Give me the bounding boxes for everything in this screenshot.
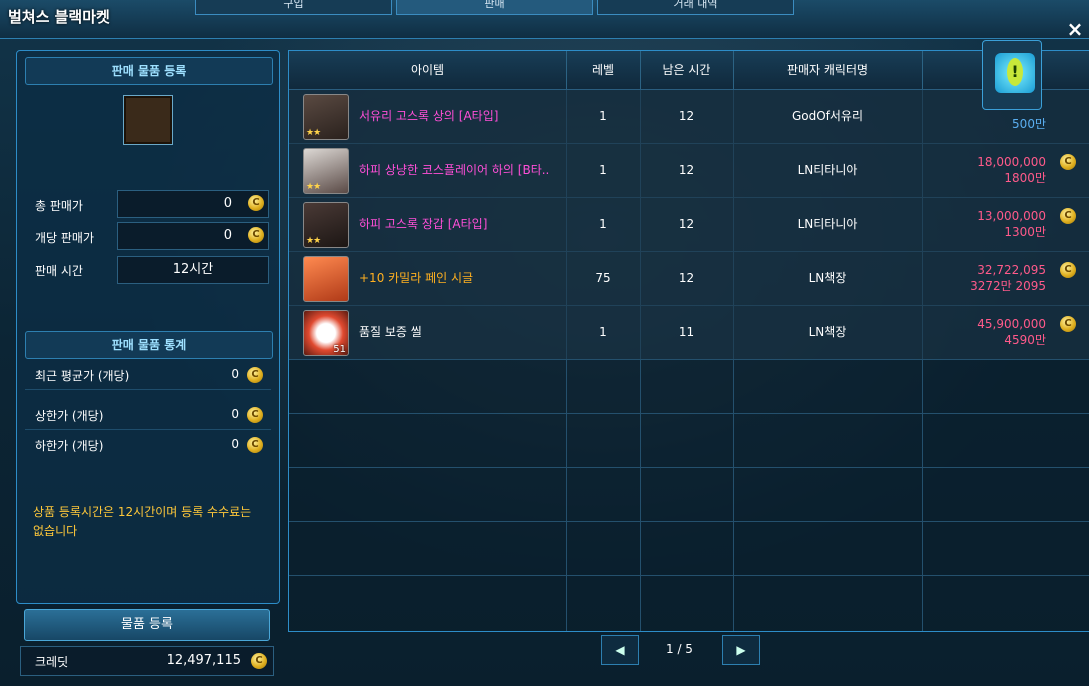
coin-icon: C [247,367,263,383]
col-item[interactable]: 아이템 [289,51,567,89]
stats-header: 판매 물품 통계 [25,331,273,359]
unit-price-label: 개당 판매가 [35,231,95,245]
total-price: 45,900,000 4590만 [977,316,1046,348]
title-bar: 벌쳐스 블랙마켓 구입 판매 거래 내역 [0,0,1089,39]
stat-row-average: 최근 평균가 (개당) 0 C [25,361,271,390]
price-readable: 1800만 [1004,171,1046,185]
time-left: 12 [678,217,695,231]
grade-stars: ★★ [306,128,321,138]
item-name: 서유리 고스록 상의 [A타입] [359,109,499,123]
grade-stars: ★★ [306,182,321,192]
item-slot[interactable] [123,95,173,145]
total-price: 18,000,000 1800만 [977,154,1046,186]
total-price-label: 총 판매가 [35,199,83,213]
empty-row [289,359,1089,414]
price-readable: 1300만 [1004,225,1046,239]
coin-icon: C [1060,262,1076,278]
total-price-input[interactable]: 0 C [117,190,269,218]
sell-panel: 판매 물품 등록 총 판매가 0 C 개당 판매가 0 C 판매 시간 12시간… [16,50,280,604]
time-left: 12 [678,271,695,285]
item-name: 하피 고스록 장갑 [A타입] [359,217,488,231]
tab-buy[interactable]: 구입 [195,0,392,15]
item-level: 1 [599,325,607,339]
seller-name: LN티타니아 [797,163,858,177]
price-readable: 4590만 [1004,333,1046,347]
quality-seal-icon: 51 [303,310,349,356]
item-name: 하피 상냥한 코스플레이어 하의 [B타.. [359,163,550,177]
item-level: 1 [599,163,607,177]
register-item-button[interactable]: 물품 등록 [24,609,270,641]
alert-icon: ! [995,53,1035,93]
tab-sell[interactable]: 판매 [396,0,593,15]
stat-row-min: 하한가 (개당) 0 C [25,431,271,459]
tab-bar: 구입 판매 거래 내역 [195,0,798,15]
costume-top-icon: ★★ [303,94,349,140]
total-price: 32,722,095 3272만 2095 [970,262,1046,294]
credit-display: 크레딧 12,497,115 C [20,646,274,676]
table-row[interactable]: 51 품질 보증 씰 1 11 LN책장 45,900,000 4590만 C [289,305,1089,360]
coin-icon: C [1060,316,1076,332]
coin-icon: C [248,227,264,243]
grade-stars: ★★ [306,236,321,246]
stat-row-max: 상한가 (개당) 0 C [25,401,271,430]
empty-row [289,575,1089,629]
item-level: 75 [595,271,611,285]
time-left: 11 [678,325,695,339]
pager: ◀ 1 / 5 ▶ [288,631,1089,673]
table-row[interactable]: ★★ 서유리 고스록 상의 [A타입] 1 12 GodOf서유리 500만 [289,89,1089,144]
coin-icon: C [247,437,263,453]
empty-row [289,467,1089,522]
price-readable: 500만 [1012,117,1046,131]
prev-page-button[interactable]: ◀ [601,635,639,665]
item-name: 품질 보증 씰 [359,325,422,339]
next-page-button[interactable]: ▶ [722,635,760,665]
coin-icon: C [247,407,263,423]
table-row[interactable]: ★★ 하피 상냥한 코스플레이어 하의 [B타.. 1 12 LN티타니아 18,000,… [289,143,1089,198]
seller-name: GodOf서유리 [791,109,864,123]
register-header: 판매 물품 등록 [25,57,273,85]
item-count: 51 [333,344,346,355]
window-title: 벌쳐스 블랙마켓 [8,8,110,26]
page-indicator: 1 / 5 [666,642,693,656]
coin-icon: C [251,653,267,669]
empty-row [289,521,1089,576]
notice-text: 상품 등록시간은 12시간이며 등록 수수료는 없습니다 [33,505,252,538]
coin-icon: C [248,195,264,211]
listing-table: 아이템 레벨 남은 시간 판매자 캐릭터명 총 가격 ★★ 서유리 고스록 상의 … [288,50,1089,632]
price-readable: 3272만 2095 [970,279,1046,293]
empty-row [289,413,1089,468]
sale-time-label: 판매 시간 [35,264,83,278]
price-value: 13,000,000 [977,209,1046,223]
seller-name: LN책장 [808,271,847,285]
price-value: 45,900,000 [977,317,1046,331]
sale-time-select[interactable]: 12시간 [117,256,269,284]
col-level[interactable]: 레벨 [566,51,641,89]
gloves-icon: ★★ [303,202,349,248]
item-name: +10 카밀라 페인 시글 [359,271,474,285]
costume-bottom-icon: ★★ [303,148,349,194]
total-price: 13,000,000 1300만 [977,208,1046,240]
close-icon[interactable]: × [1064,18,1086,40]
col-time-left[interactable]: 남은 시간 [640,51,734,89]
tab-history[interactable]: 거래 내역 [597,0,794,15]
seller-name: LN책장 [808,325,847,339]
time-left: 12 [678,163,695,177]
price-value: 32,722,095 [977,263,1046,277]
price-value: 18,000,000 [977,155,1046,169]
table-header: 아이템 레벨 남은 시간 판매자 캐릭터명 총 가격 [289,51,1089,90]
col-seller[interactable]: 판매자 캐릭터명 [733,51,923,89]
unit-price-input[interactable]: 0 C [117,222,269,250]
coin-icon: C [1060,208,1076,224]
table-row[interactable]: +10 카밀라 페인 시글 75 12 LN책장 32,722,095 3272만 209… [289,251,1089,306]
item-level: 1 [599,109,607,123]
time-left: 12 [678,109,695,123]
sigil-icon [303,256,349,302]
seller-name: LN티타니아 [797,217,858,231]
coin-icon: C [1060,154,1076,170]
table-row[interactable]: ★★ 하피 고스록 장갑 [A타입] 1 12 LN티타니아 13,000,000 1300… [289,197,1089,252]
notification-button[interactable]: ! [982,40,1042,110]
item-level: 1 [599,217,607,231]
